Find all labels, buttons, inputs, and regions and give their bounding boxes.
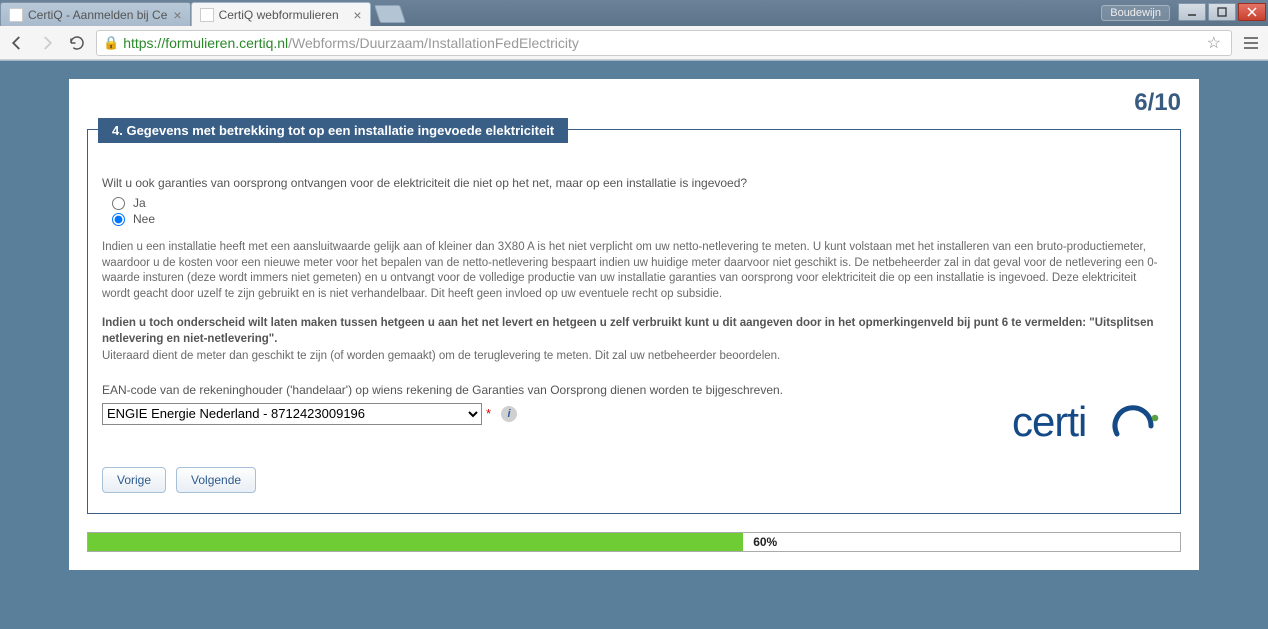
- tab-certiq-login[interactable]: CertiQ - Aanmelden bij Ce ×: [0, 2, 191, 26]
- url-host: formulieren.certiq.nl: [165, 35, 288, 51]
- ean-field-label: EAN-code van de rekeninghouder ('handela…: [102, 383, 1166, 397]
- window-controls: [1176, 3, 1266, 23]
- user-badge[interactable]: Boudewijn: [1101, 5, 1170, 21]
- radio-option-nee[interactable]: Nee: [112, 212, 1166, 226]
- radio-label: Nee: [133, 212, 155, 226]
- tab-strip: CertiQ - Aanmelden bij Ce × CertiQ webfo…: [0, 0, 403, 26]
- explanation-paragraph: Indien u een installatie heeft met een a…: [102, 240, 1166, 302]
- minimize-button[interactable]: [1178, 3, 1206, 21]
- lock-icon: 🔒: [103, 35, 119, 51]
- reload-button[interactable]: [66, 32, 88, 54]
- progress-bar: 60%: [87, 532, 1181, 552]
- info-icon[interactable]: i: [501, 406, 517, 422]
- nav-buttons: Vorige Volgende: [102, 467, 1166, 493]
- bookmark-icon[interactable]: ☆: [1207, 33, 1221, 53]
- url-scheme: https://: [123, 35, 165, 51]
- form-section: 4. Gegevens met betrekking tot op een in…: [87, 129, 1181, 514]
- close-window-button[interactable]: [1238, 3, 1266, 21]
- section-title: 4. Gegevens met betrekking tot op een in…: [98, 118, 568, 143]
- previous-button[interactable]: Vorige: [102, 467, 166, 493]
- question-text: Wilt u ook garanties van oorsprong ontva…: [102, 176, 1166, 190]
- radio-nee-input[interactable]: [112, 213, 125, 226]
- logo-text: certi: [1012, 409, 1162, 458]
- titlebar: CertiQ - Aanmelden bij Ce × CertiQ webfo…: [0, 0, 1268, 26]
- svg-text:certi: certi: [1012, 398, 1086, 445]
- next-button[interactable]: Volgende: [176, 467, 256, 493]
- new-tab-button[interactable]: [374, 5, 406, 23]
- ean-select-row: ENGIE Energie Nederland - 8712423009196 …: [102, 403, 1166, 425]
- required-mark: *: [486, 406, 491, 421]
- url-path: /Webforms/Duurzaam/InstallationFedElectr…: [288, 35, 579, 51]
- tab-certiq-webform[interactable]: CertiQ webformulieren ×: [191, 2, 371, 26]
- back-button[interactable]: [6, 32, 28, 54]
- browser-chrome: CertiQ - Aanmelden bij Ce × CertiQ webfo…: [0, 0, 1268, 61]
- radio-ja-input[interactable]: [112, 197, 125, 210]
- close-icon[interactable]: ×: [173, 7, 181, 23]
- favicon-icon: [200, 8, 214, 22]
- toolbar: 🔒 https://formulieren.certiq.nl/Webforms…: [0, 26, 1268, 60]
- forward-button[interactable]: [36, 32, 58, 54]
- favicon-icon: [9, 8, 23, 22]
- explanation-bold: Indien u toch onderscheid wilt laten mak…: [102, 316, 1166, 347]
- ean-select[interactable]: ENGIE Energie Nederland - 8712423009196: [102, 403, 482, 425]
- maximize-button[interactable]: [1208, 3, 1236, 21]
- close-icon[interactable]: ×: [353, 7, 361, 23]
- progress-fill: [88, 533, 743, 551]
- tab-title: CertiQ - Aanmelden bij Ce: [28, 8, 167, 22]
- certiq-logo: certi: [1012, 396, 1162, 459]
- viewport: 6/10 4. Gegevens met betrekking tot op e…: [0, 61, 1268, 629]
- progress-label: 60%: [749, 533, 781, 551]
- tab-title: CertiQ webformulieren: [219, 8, 348, 22]
- form-page: 6/10 4. Gegevens met betrekking tot op e…: [69, 79, 1199, 570]
- radio-label: Ja: [133, 196, 146, 210]
- menu-button[interactable]: [1240, 32, 1262, 54]
- explanation-after: Uiteraard dient de meter dan geschikt te…: [102, 349, 1166, 365]
- step-indicator: 6/10: [1134, 89, 1181, 117]
- address-bar[interactable]: 🔒 https://formulieren.certiq.nl/Webforms…: [96, 30, 1232, 56]
- radio-option-ja[interactable]: Ja: [112, 196, 1166, 210]
